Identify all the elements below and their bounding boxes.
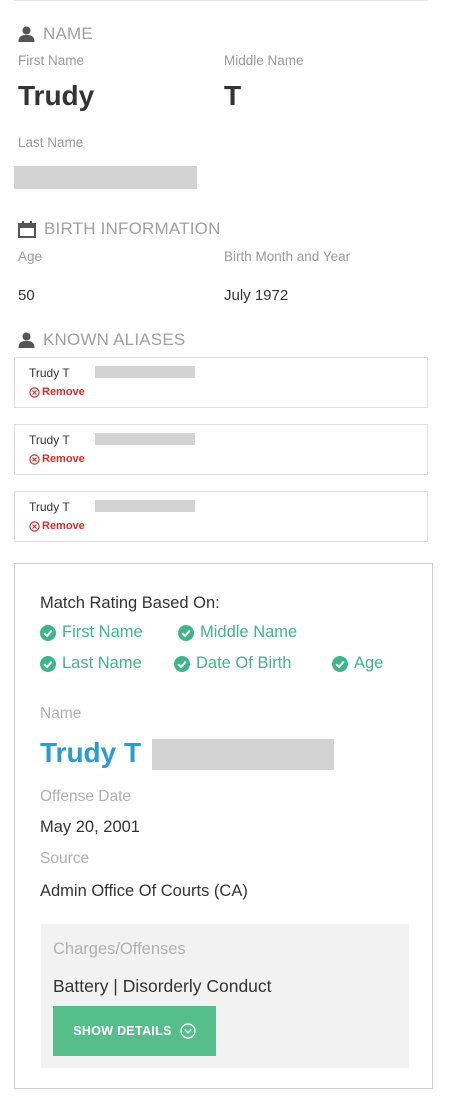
charges-value: Battery | Disorderly Conduct (53, 976, 272, 996)
match-age: Age (332, 654, 383, 673)
first-name-label: First Name (18, 53, 85, 68)
birth-section-header: BIRTH INFORMATION (18, 219, 221, 239)
remove-icon (29, 386, 40, 398)
middle-name-value: T (224, 80, 242, 111)
match-first-name: First Name (40, 623, 143, 642)
check-circle-icon (40, 655, 56, 672)
alias-remove-label: Remove (42, 386, 85, 398)
alias-redaction (95, 500, 195, 512)
alias-remove-link[interactable]: Remove (29, 453, 85, 465)
alias-redaction (95, 366, 195, 378)
check-circle-icon (40, 624, 56, 641)
alias-remove-label: Remove (42, 520, 85, 532)
alias-remove-link[interactable]: Remove (29, 386, 85, 398)
offense-date-label: Offense Date (40, 788, 132, 805)
show-details-button[interactable]: SHOW DETAILS (53, 1006, 216, 1056)
top-divider (14, 0, 428, 1)
match-label: Date Of Birth (196, 654, 292, 672)
show-details-label: SHOW DETAILS (73, 1024, 172, 1038)
age-value: 50 (18, 287, 35, 304)
match-last-name: Last Name (40, 654, 142, 673)
alias-redaction (95, 433, 195, 445)
alias-name: Trudy T (29, 433, 70, 447)
record-name-label: Name (40, 705, 82, 722)
offense-date-value: May 20, 2001 (40, 818, 140, 836)
alias-item: Trudy T Remove (14, 424, 428, 475)
alias-item: Trudy T Remove (14, 357, 428, 408)
check-circle-icon (178, 624, 194, 641)
record-name-redaction (152, 739, 334, 770)
match-date-of-birth: Date Of Birth (174, 654, 291, 673)
name-section-title: NAME (43, 24, 93, 43)
name-section-header: NAME (18, 24, 93, 44)
aliases-section-header: KNOWN ALIASES (18, 330, 185, 350)
middle-name-label: Middle Name (224, 53, 304, 68)
person-icon (18, 332, 35, 348)
record-card: Match Rating Based On: First Name Middle… (14, 563, 433, 1089)
match-rating-title: Match Rating Based On: (40, 594, 220, 612)
birth-value: July 1972 (224, 287, 289, 304)
alias-remove-link[interactable]: Remove (29, 520, 85, 532)
source-value: Admin Office Of Courts (CA) (40, 882, 248, 900)
age-label: Age (18, 249, 43, 264)
birth-label: Birth Month and Year (224, 249, 351, 264)
check-circle-icon (332, 655, 348, 672)
last-name-redaction (14, 166, 197, 189)
calendar-icon (18, 220, 36, 238)
first-name-value: Trudy (18, 80, 95, 111)
match-label: First Name (62, 623, 143, 641)
person-icon (18, 26, 35, 42)
match-label: Middle Name (200, 623, 298, 641)
check-circle-icon (174, 655, 190, 672)
alias-name: Trudy T (29, 366, 70, 380)
alias-name: Trudy T (29, 500, 70, 514)
charges-panel: Charges/Offenses Battery | Disorderly Co… (41, 924, 409, 1068)
last-name-label: Last Name (18, 135, 84, 150)
alias-remove-label: Remove (42, 453, 85, 465)
record-name-value: Trudy T (40, 737, 142, 768)
aliases-section-title: KNOWN ALIASES (43, 330, 186, 349)
charges-label: Charges/Offenses (53, 940, 186, 958)
alias-item: Trudy T Remove (14, 491, 428, 542)
remove-icon (29, 453, 40, 465)
match-middle-name: Middle Name (178, 623, 297, 642)
source-label: Source (40, 850, 90, 867)
birth-section-title: BIRTH INFORMATION (44, 219, 221, 238)
remove-icon (29, 520, 40, 532)
chevron-down-circle-icon (180, 1023, 196, 1039)
match-label: Last Name (62, 654, 142, 672)
match-label: Age (354, 654, 384, 672)
